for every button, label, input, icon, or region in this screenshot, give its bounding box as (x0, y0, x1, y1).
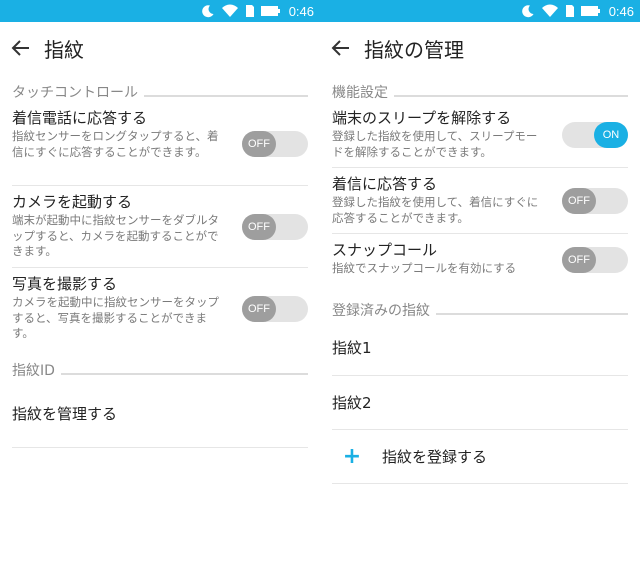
manage-fingerprints-item[interactable]: 指紋を管理する (12, 380, 308, 448)
wifi-icon (541, 4, 559, 18)
setting-take-photo[interactable]: 写真を撮影する カメラを起動中に指紋センサーをタップすると、写真を撮影することが… (12, 268, 308, 350)
app-bar: 指紋 (0, 22, 320, 74)
section-header-touch-control: タッチコントロール (0, 74, 320, 102)
sim-icon (565, 4, 575, 18)
setting-answer-call[interactable]: 着信電話に応答する 指紋センサーをロングタップすると、着信にすぐに応答することが… (12, 102, 308, 186)
setting-title: 端末のスリープを解除する (332, 109, 512, 127)
snap-call-toggle[interactable]: OFF (562, 247, 628, 273)
status-bar: 0:46 (320, 0, 640, 22)
fingerprint-management-screen: 0:46 指紋の管理 機能設定 端末のスリープを解除する 登録した指紋を使用して… (320, 0, 640, 569)
setting-title: 着信電話に応答する (12, 109, 148, 127)
take-photo-toggle[interactable]: OFF (242, 296, 308, 322)
page-title: 指紋の管理 (364, 37, 464, 62)
setting-description: 指紋でスナップコールを有効にする (332, 261, 517, 275)
section-label: 登録済みの指紋 (332, 302, 436, 320)
section-header-registered: 登録済みの指紋 (320, 286, 640, 320)
status-time: 0:46 (608, 3, 634, 19)
battery-icon (580, 5, 601, 17)
setting-description: 端末が起動中に指紋センサーをダブルタップすると、カメラを起動することができます。 (12, 213, 219, 258)
fingerprint-name: 指紋1 (332, 339, 372, 357)
toggle-state: OFF (242, 130, 276, 157)
moon-icon (521, 4, 535, 18)
status-bar: 0:46 (0, 0, 320, 22)
setting-description: カメラを起動中に指紋センサーをタップすると、写真を撮影することができます。 (12, 295, 219, 340)
toggle-state: OFF (562, 247, 596, 273)
setting-answer-incoming[interactable]: 着信に応答する 登録した指紋を使用して、着信にすぐに応答することができます。 O… (332, 168, 628, 234)
page-title: 指紋 (44, 37, 84, 62)
fingerprint-list-item[interactable]: 指紋2 (332, 376, 628, 430)
fingerprint-screen: 0:46 指紋 タッチコントロール 着信電話に応答する 指紋センサーをロングタッ… (0, 0, 320, 569)
wake-device-toggle[interactable]: ON (562, 121, 628, 148)
toggle-state: ON (594, 121, 628, 148)
add-fingerprint-label: 指紋を登録する (382, 448, 488, 466)
setting-title: 写真を撮影する (12, 275, 118, 293)
answer-incoming-toggle[interactable]: OFF (562, 187, 628, 214)
section-header-function-settings: 機能設定 (320, 74, 640, 102)
fingerprint-list-item[interactable]: 指紋1 (332, 320, 628, 376)
status-time: 0:46 (288, 3, 314, 19)
toggle-state: OFF (242, 213, 276, 240)
section-header-fingerprint-id: 指紋ID (0, 350, 320, 380)
battery-icon (260, 5, 281, 17)
app-bar: 指紋の管理 (320, 22, 640, 74)
wifi-icon (221, 4, 239, 18)
back-arrow-icon[interactable] (330, 37, 352, 59)
setting-description: 登録した指紋を使用して、着信にすぐに応答することができます。 (332, 195, 539, 225)
setting-wake-device[interactable]: 端末のスリープを解除する 登録した指紋を使用して、スリープモードを解除することが… (332, 102, 628, 168)
fingerprint-name: 指紋2 (332, 394, 372, 412)
setting-snap-call[interactable]: スナップコール 指紋でスナップコールを有効にする OFF (332, 234, 628, 286)
setting-description: 指紋センサーをロングタップすると、着信にすぐに応答することができます。 (12, 129, 219, 159)
setting-title: カメラを起動する (12, 193, 133, 211)
manage-fingerprints-label: 指紋を管理する (12, 405, 118, 423)
launch-camera-toggle[interactable]: OFF (242, 213, 308, 240)
setting-description: 登録した指紋を使用して、スリープモードを解除することができます。 (332, 129, 538, 159)
add-fingerprint-button[interactable]: + 指紋を登録する (332, 430, 628, 484)
section-label: タッチコントロール (12, 84, 144, 102)
section-label: 機能設定 (332, 84, 394, 102)
setting-launch-camera[interactable]: カメラを起動する 端末が起動中に指紋センサーをダブルタップすると、カメラを起動す… (12, 186, 308, 268)
toggle-state: OFF (562, 187, 596, 214)
toggle-state: OFF (242, 296, 276, 322)
moon-icon (201, 4, 215, 18)
answer-call-toggle[interactable]: OFF (242, 130, 308, 157)
setting-title: スナップコール (332, 241, 438, 259)
plus-icon: + (342, 444, 362, 469)
back-arrow-icon[interactable] (10, 37, 32, 59)
sim-icon (245, 4, 255, 18)
section-label: 指紋ID (12, 362, 61, 380)
setting-title: 着信に応答する (332, 175, 438, 193)
